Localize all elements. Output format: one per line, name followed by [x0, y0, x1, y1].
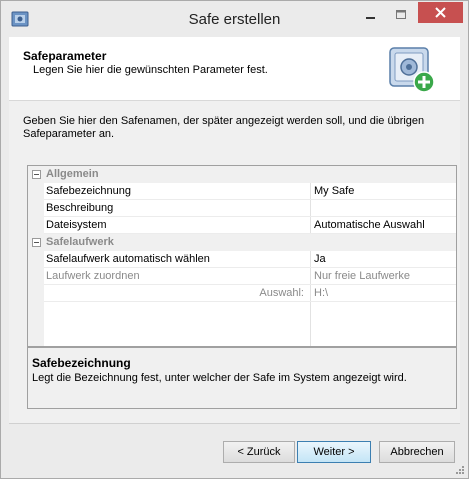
- category-allgemein[interactable]: Allgemein: [28, 166, 456, 183]
- property-name: Laufwerk zuordnen: [46, 270, 140, 282]
- property-row: Laufwerk zuordnen Nur freie Laufwerke: [28, 268, 456, 285]
- category-label: Allgemein: [46, 168, 99, 180]
- property-row[interactable]: Safebezeichnung My Safe: [28, 183, 456, 200]
- property-value: H:\: [314, 287, 329, 299]
- property-row[interactable]: Safelaufwerk automatisch wählen Ja: [28, 251, 456, 268]
- header-subtitle: Legen Sie hier die gewünschten Parameter…: [33, 64, 268, 76]
- intro-text: Geben Sie hier den Safenamen, der später…: [23, 115, 425, 140]
- property-row: Auswahl: H:\: [28, 285, 456, 302]
- description-panel: Safebezeichnung Legt die Bezeichnung fes…: [28, 346, 456, 408]
- property-row[interactable]: Dateisystem Automatische Auswahl: [28, 217, 456, 234]
- maximize-button[interactable]: [388, 5, 414, 25]
- footer-divider: [9, 423, 460, 424]
- collapse-icon[interactable]: [32, 170, 41, 179]
- category-label: Safelaufwerk: [46, 236, 114, 248]
- minimize-icon: [366, 17, 375, 19]
- wizard-body: Geben Sie hier den Safenamen, der später…: [9, 101, 460, 423]
- collapse-icon[interactable]: [32, 238, 41, 247]
- cancel-button[interactable]: Abbrechen: [379, 441, 455, 463]
- property-name: Safebezeichnung: [46, 185, 132, 197]
- description-title: Safebezeichnung: [32, 356, 131, 370]
- title-bar[interactable]: Safe erstellen: [1, 1, 468, 37]
- back-button[interactable]: < Zurück: [223, 441, 295, 463]
- property-name: Dateisystem: [46, 219, 107, 231]
- close-button[interactable]: [418, 2, 463, 23]
- property-value[interactable]: Automatische Auswahl: [314, 219, 454, 231]
- resize-grip-icon[interactable]: [455, 465, 465, 475]
- property-name: Auswahl:: [259, 287, 304, 299]
- wizard-header: Safeparameter Legen Sie hier die gewünsc…: [9, 37, 460, 101]
- property-value[interactable]: Ja: [314, 253, 454, 265]
- next-button[interactable]: Weiter >: [297, 441, 371, 463]
- maximize-icon: [396, 10, 406, 19]
- property-name: Safelaufwerk automatisch wählen: [46, 253, 210, 265]
- header-title: Safeparameter: [23, 49, 107, 63]
- property-row[interactable]: Beschreibung: [28, 200, 456, 217]
- property-value: Nur freie Laufwerke: [314, 270, 410, 282]
- minimize-button[interactable]: [358, 5, 384, 25]
- property-name: Beschreibung: [46, 202, 114, 214]
- close-icon: [435, 7, 446, 18]
- description-text: Legt die Bezeichnung fest, unter welcher…: [32, 372, 407, 384]
- dialog-window: Safe erstellen Safeparameter Legen Sie h…: [0, 0, 469, 479]
- property-grid[interactable]: Allgemein Safebezeichnung My Safe Beschr…: [27, 165, 457, 409]
- property-value[interactable]: My Safe: [314, 185, 454, 197]
- category-safelaufwerk[interactable]: Safelaufwerk: [28, 234, 456, 251]
- safe-add-icon: [387, 45, 435, 93]
